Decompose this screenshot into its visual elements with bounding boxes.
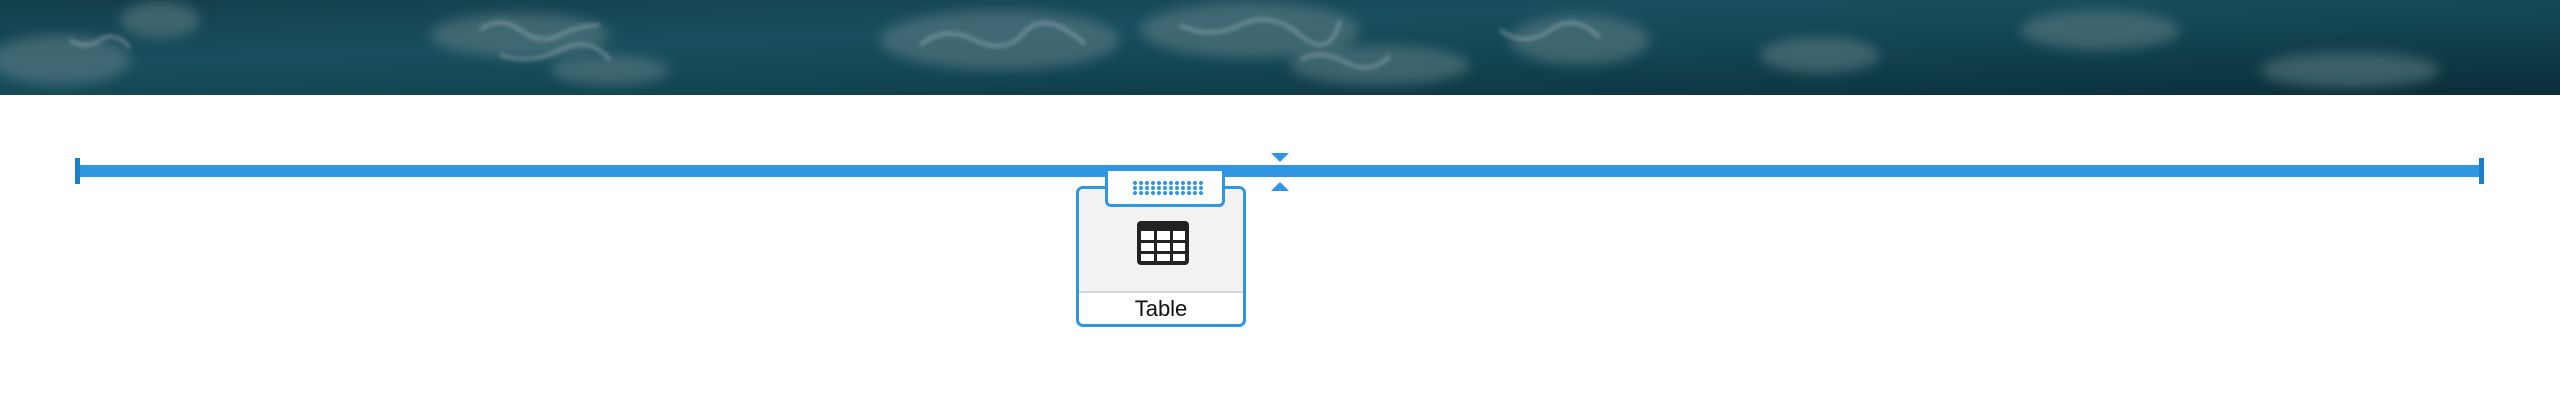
block-label: Table xyxy=(1134,296,1188,321)
caret-down-marker xyxy=(1271,153,1289,162)
ocean-photo xyxy=(0,0,2560,95)
caret-up-marker xyxy=(1271,182,1289,191)
insertion-rule[interactable] xyxy=(77,165,2483,177)
drag-handle[interactable] xyxy=(1105,171,1225,207)
drag-handle-icon xyxy=(1133,181,1203,195)
table-block-tile[interactable]: Table xyxy=(1076,186,1246,327)
editor-canvas: Table xyxy=(0,0,2560,407)
rule-left-handle[interactable] xyxy=(75,158,80,184)
rule-right-handle[interactable] xyxy=(2479,158,2484,184)
table-icon xyxy=(1137,221,1189,265)
